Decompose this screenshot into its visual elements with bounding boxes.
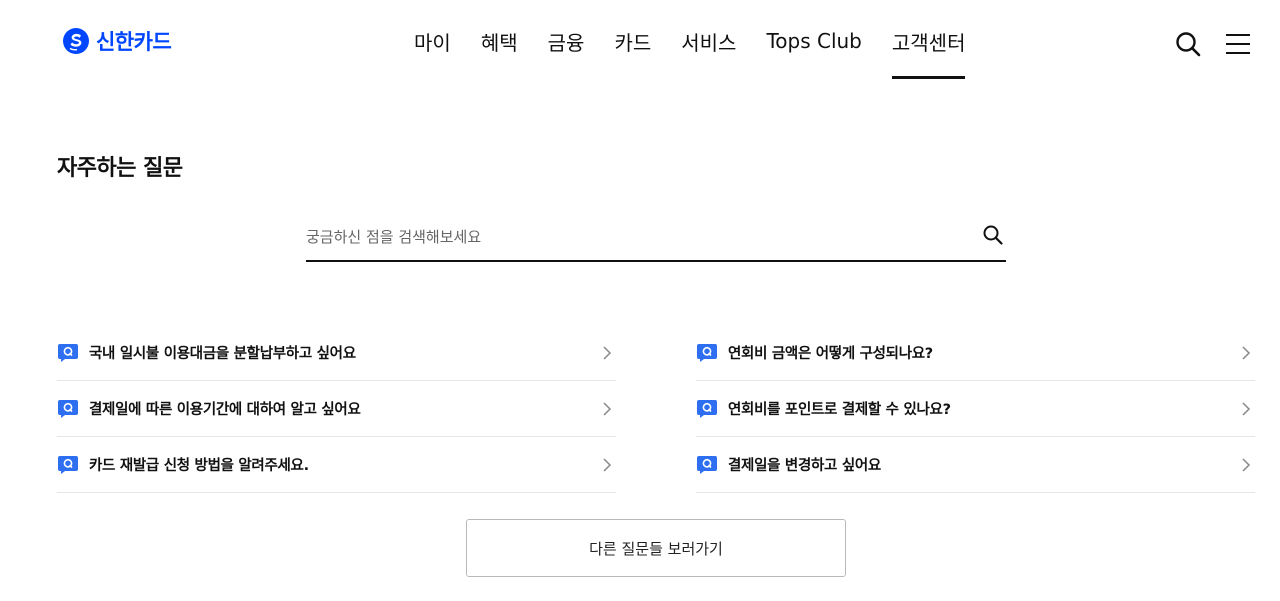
chevron-right-icon	[1242, 401, 1251, 416]
faq-item[interactable]: 연회비 금액은 어떻게 구성되나요?	[696, 325, 1255, 381]
search-icon[interactable]	[1174, 30, 1202, 58]
faq-item[interactable]: 결제일에 따른 이용기간에 대하여 알고 싶어요	[57, 381, 616, 437]
chevron-right-icon	[603, 401, 612, 416]
faq-search-input[interactable]	[306, 222, 966, 252]
nav-item-card[interactable]: 카드	[614, 0, 651, 82]
brand-name: 신한카드	[96, 30, 172, 54]
nav-item-benefits[interactable]: 혜택	[481, 0, 518, 82]
chevron-right-icon	[603, 457, 612, 472]
q-chat-bubble-icon	[58, 455, 78, 474]
q-chat-bubble-icon	[58, 399, 78, 418]
faq-list-left: 국내 일시불 이용대금을 분할납부하고 싶어요 결제일에 따른 이용기간에 대하…	[57, 325, 616, 493]
q-chat-bubble-icon	[697, 455, 717, 474]
faq-search-bar	[306, 214, 1006, 262]
nav-item-finance[interactable]: 금융	[548, 0, 585, 82]
chevron-right-icon	[603, 345, 612, 360]
hamburger-menu-icon[interactable]	[1224, 32, 1252, 56]
faq-question: 결제일을 변경하고 싶어요	[728, 458, 881, 474]
faq-question: 연회비 금액은 어떻게 구성되나요?	[728, 346, 933, 362]
faq-question: 카드 재발급 신청 방법을 알려주세요.	[89, 458, 309, 474]
search-icon[interactable]	[982, 224, 1004, 246]
q-chat-bubble-icon	[58, 343, 78, 362]
faq-item[interactable]: 카드 재발급 신청 방법을 알려주세요.	[57, 437, 616, 493]
nav-item-service[interactable]: 서비스	[681, 0, 736, 82]
chevron-right-icon	[1242, 345, 1251, 360]
q-chat-bubble-icon	[697, 399, 717, 418]
faq-item[interactable]: 연회비를 포인트로 결제할 수 있나요?	[696, 381, 1255, 437]
brand-logo[interactable]: 신한카드	[62, 26, 172, 56]
nav-item-tops-club[interactable]: Tops Club	[766, 0, 861, 82]
q-chat-bubble-icon	[697, 343, 717, 362]
site-header: 신한카드 마이 혜택 금융 카드 서비스 Tops Club 고객센터	[0, 0, 1280, 82]
nav-item-my[interactable]: 마이	[414, 0, 451, 82]
faq-question: 연회비를 포인트로 결제할 수 있나요?	[728, 402, 951, 418]
faq-question: 결제일에 따른 이용기간에 대하여 알고 싶어요	[89, 402, 361, 418]
shinhan-s-logo-icon	[63, 28, 89, 54]
chevron-right-icon	[1242, 457, 1251, 472]
more-questions-button[interactable]: 다른 질문들 보러가기	[466, 519, 846, 577]
page-title: 자주하는 질문	[57, 156, 183, 181]
nav-item-customer-center[interactable]: 고객센터	[891, 0, 965, 82]
faq-question: 국내 일시불 이용대금을 분할납부하고 싶어요	[89, 346, 356, 362]
faq-item[interactable]: 국내 일시불 이용대금을 분할납부하고 싶어요	[57, 325, 616, 381]
faq-item[interactable]: 결제일을 변경하고 싶어요	[696, 437, 1255, 493]
faq-list-right: 연회비 금액은 어떻게 구성되나요? 연회비를 포인트로 결제할 수 있나요? …	[696, 325, 1255, 493]
main-nav: 마이 혜택 금융 카드 서비스 Tops Club 고객센터	[414, 0, 965, 82]
